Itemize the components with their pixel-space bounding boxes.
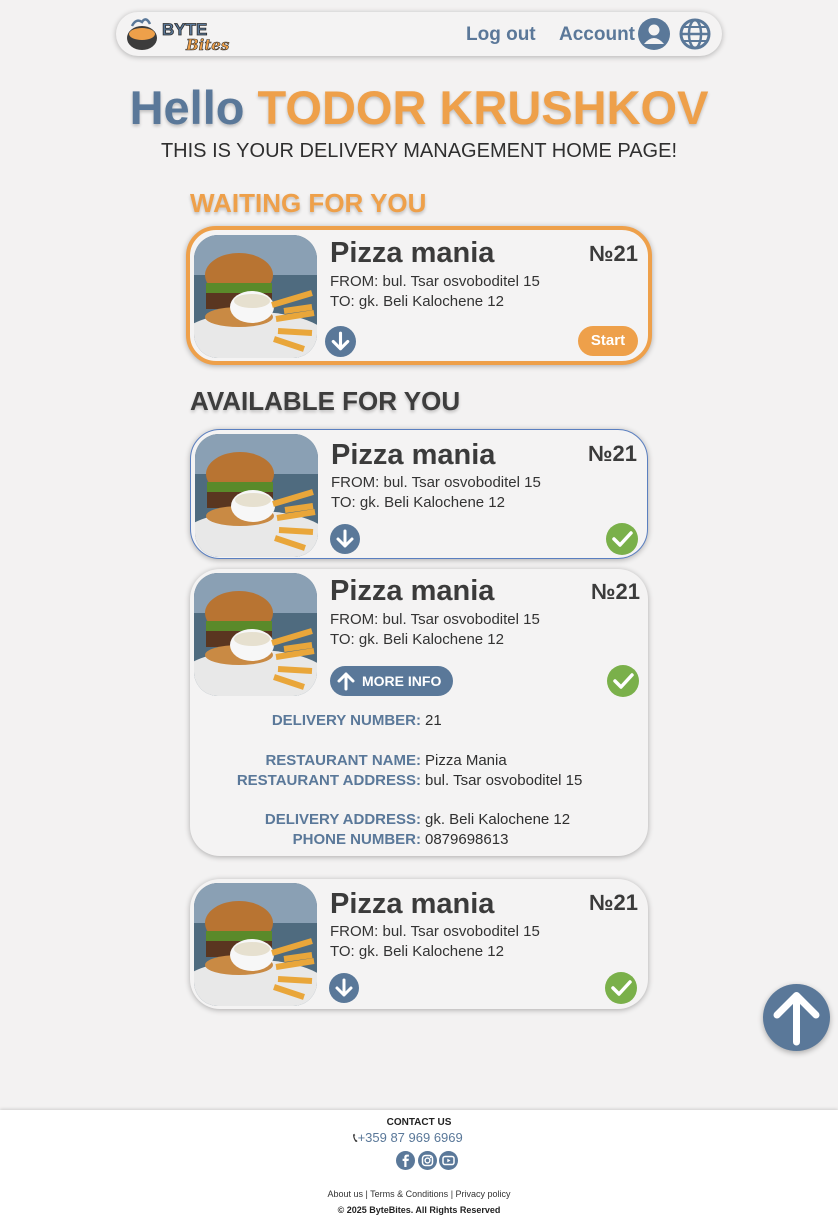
privacy-link[interactable]: Privacy policy [456, 1189, 511, 1199]
restaurant-name: Pizza mania [330, 575, 495, 607]
arrow-down-icon[interactable] [329, 973, 359, 1003]
accept-check-icon[interactable] [605, 972, 637, 1004]
food-image [194, 573, 317, 696]
available-section-title: AVAILABLE FOR YOU [190, 386, 461, 416]
logout-link[interactable]: Log out [466, 24, 536, 46]
footer: CONTACT US 📞︎+359 87 969 6969 About us |… [0, 1110, 838, 1229]
page-subtitle: THIS IS YOUR DELIVERY MANAGEMENT HOME PA… [160, 140, 678, 162]
detail-value: Pizza Mania [425, 752, 507, 769]
svg-text:Bites: Bites [185, 36, 230, 54]
accept-check-icon[interactable] [607, 665, 639, 697]
waiting-section-title: WAITING FOR YOU [190, 188, 427, 218]
accept-check-icon[interactable] [606, 523, 638, 555]
detail-value: 21 [425, 712, 442, 729]
available-order-card: Pizza mania №21 FROM: bul. Tsar osvobodi… [190, 429, 648, 559]
terms-link[interactable]: Terms & Conditions [370, 1189, 448, 1199]
delivery-address: TO: gk. Beli Kalochene 12 [330, 943, 504, 960]
detail-label: RESTAURANT NAME: [265, 752, 421, 769]
restaurant-name: Pizza mania [330, 888, 495, 920]
user-name: TODOR KRUSHKOV [257, 81, 709, 134]
detail-label: PHONE NUMBER: [292, 831, 421, 848]
greeting-hello: Hello [129, 81, 245, 134]
detail-value: 0879698613 [425, 831, 509, 848]
order-number: №21 [589, 241, 638, 266]
about-link[interactable]: About us [327, 1189, 363, 1199]
detail-value: gk. Beli Kalochene 12 [425, 811, 571, 828]
delivery-address: TO: gk. Beli Kalochene 12 [330, 293, 504, 310]
copyright: © 2025 ByteBites. All Rights Reserved [337, 1205, 501, 1215]
available-order-card-expanded: Pizza mania №21 FROM: bul. Tsar osvobodi… [190, 569, 648, 856]
more-info-label: MORE INFO [362, 673, 442, 689]
footer-links: About us | Terms & Conditions | Privacy … [327, 1189, 511, 1199]
pickup-address: FROM: bul. Tsar osvoboditel 15 [330, 923, 540, 940]
contact-title: CONTACT US [386, 1117, 452, 1128]
food-image [194, 235, 317, 358]
detail-value: bul. Tsar osvoboditel 15 [425, 772, 583, 789]
order-number: №21 [588, 441, 637, 466]
navbar: BYTE Bites Log out Account [116, 12, 722, 56]
youtube-icon[interactable] [439, 1151, 458, 1170]
globe-icon[interactable] [679, 18, 711, 50]
more-info-button[interactable]: MORE INFO [330, 666, 453, 696]
order-number: №21 [589, 890, 638, 915]
start-button[interactable]: Start [578, 326, 638, 356]
logo-icon[interactable]: BYTE Bites [124, 14, 242, 54]
facebook-icon[interactable] [396, 1151, 415, 1170]
delivery-address: TO: gk. Beli Kalochene 12 [331, 494, 505, 511]
phone-number: +359 87 969 6969 [357, 1130, 463, 1145]
arrow-down-icon[interactable] [330, 524, 360, 554]
order-number: №21 [591, 579, 640, 604]
restaurant-name: Pizza mania [331, 439, 496, 471]
food-image [195, 434, 318, 557]
pickup-address: FROM: bul. Tsar osvoboditel 15 [330, 273, 540, 290]
detail-label: DELIVERY NUMBER: [271, 712, 421, 729]
restaurant-name: Pizza mania [330, 237, 495, 269]
scroll-top-icon[interactable] [763, 984, 830, 1051]
arrow-down-icon[interactable] [325, 326, 356, 357]
food-image [194, 883, 317, 1006]
pickup-address: FROM: bul. Tsar osvoboditel 15 [330, 611, 540, 628]
arrow-up-icon [337, 672, 355, 691]
user-icon[interactable] [638, 18, 670, 50]
available-order-card: Pizza mania №21 FROM: bul. Tsar osvobodi… [190, 879, 648, 1009]
contact-phone[interactable]: 📞︎+359 87 969 6969 [353, 1130, 463, 1146]
greeting-heading: Hello TODOR KRUSHKOV [0, 80, 838, 135]
delivery-address: TO: gk. Beli Kalochene 12 [330, 631, 504, 648]
instagram-icon[interactable] [418, 1151, 437, 1170]
account-link[interactable]: Account [559, 24, 635, 46]
detail-label: DELIVERY ADDRESS: [264, 811, 421, 828]
detail-label: RESTAURANT ADDRESS: [236, 772, 421, 789]
waiting-order-card: Pizza mania №21 FROM: bul. Tsar osvobodi… [186, 226, 652, 365]
pickup-address: FROM: bul. Tsar osvoboditel 15 [331, 474, 541, 491]
